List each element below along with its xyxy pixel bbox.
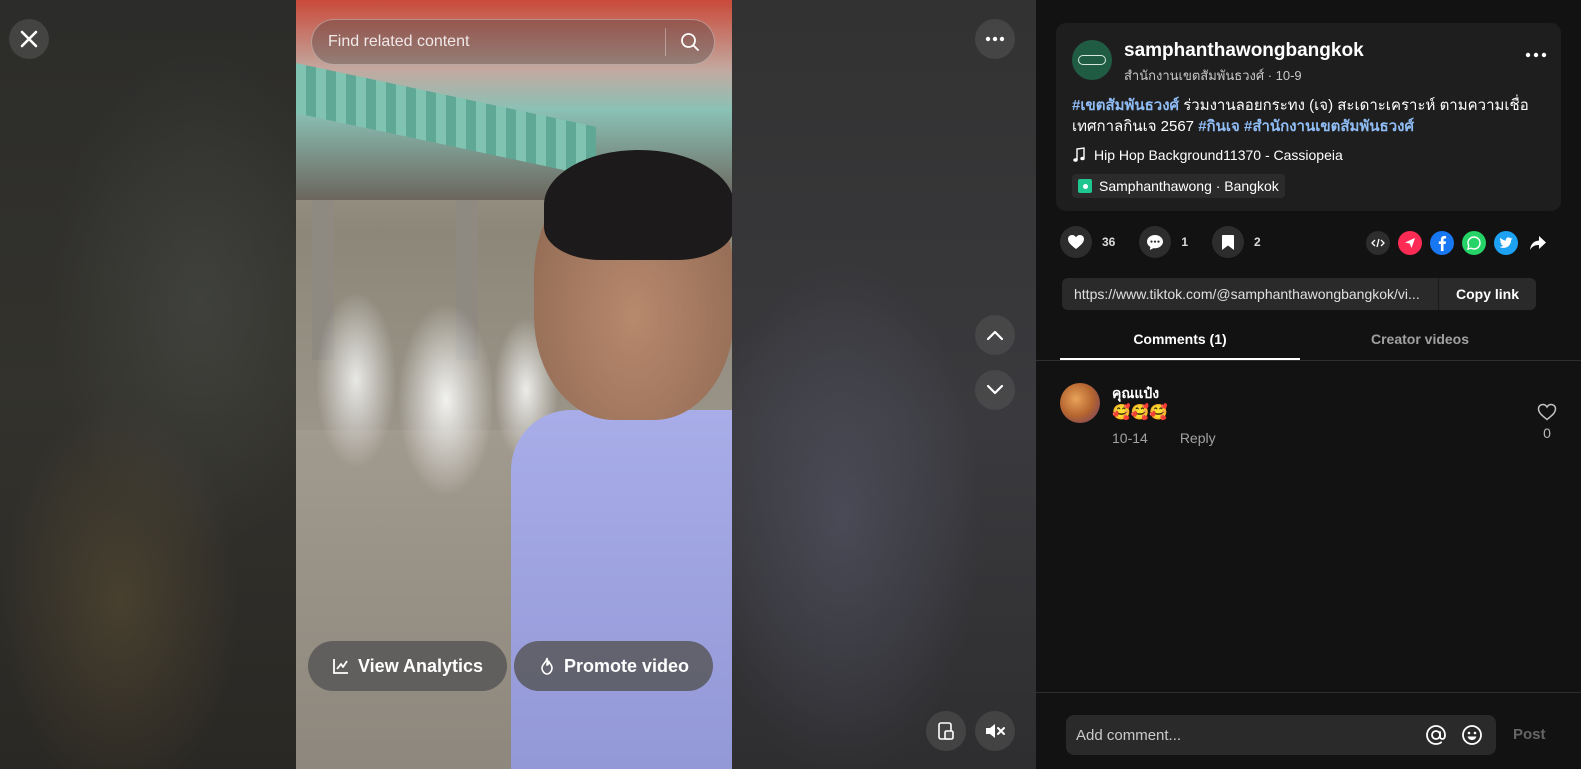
chevron-down-icon xyxy=(986,384,1004,395)
location-tag[interactable]: Samphanthawong · Bangkok xyxy=(1072,174,1285,198)
send-to-friends-icon[interactable] xyxy=(1398,231,1422,255)
search-bar[interactable] xyxy=(311,19,715,65)
mute-button[interactable] xyxy=(975,711,1015,751)
heart-outline-icon xyxy=(1537,403,1557,421)
promote-video-label: Promote video xyxy=(564,655,690,676)
facebook-icon[interactable] xyxy=(1430,231,1454,255)
comment-bubble-icon xyxy=(1139,226,1172,258)
post-more-button[interactable] xyxy=(1525,45,1547,63)
tab-comments[interactable]: Comments (1) xyxy=(1060,318,1300,360)
comment-button[interactable]: 1 xyxy=(1139,226,1188,258)
location-label: Samphanthawong · Bangkok xyxy=(1099,178,1279,194)
tab-creator-videos[interactable]: Creator videos xyxy=(1300,318,1540,360)
video-more-button[interactable] xyxy=(975,19,1015,59)
view-analytics-label: View Analytics xyxy=(358,655,484,676)
search-icon[interactable] xyxy=(680,32,700,52)
comment-like-count: 0 xyxy=(1543,425,1551,441)
view-analytics-button[interactable]: View Analytics xyxy=(308,641,508,691)
comment-item: คุณแป๋ง 🥰🥰🥰 10-14 Reply 0 xyxy=(1060,383,1557,453)
comment-meta: 10-14 Reply xyxy=(1112,430,1216,446)
copy-link-button[interactable]: Copy link xyxy=(1438,278,1536,310)
details-panel: samphanthawongbangkok สำนักงานเขตสัมพันธ… xyxy=(1036,0,1581,769)
flame-icon xyxy=(541,657,553,675)
embed-icon[interactable] xyxy=(1366,231,1390,255)
close-icon xyxy=(20,30,38,48)
comment-composer: Post xyxy=(1036,692,1581,769)
comment-text: 🥰🥰🥰 xyxy=(1112,404,1169,421)
promote-video-button[interactable]: Promote video xyxy=(514,641,714,691)
music-note-icon xyxy=(1073,147,1085,162)
video-scene-person-shirt xyxy=(511,410,732,769)
video-scene-person-hair xyxy=(544,150,732,260)
hashtag-link[interactable]: #กินเจ xyxy=(1198,118,1240,135)
music-title: Hip Hop Background11370 - Cassiopeia xyxy=(1094,147,1343,163)
comment-date: 10-14 xyxy=(1112,430,1148,446)
chevron-up-icon xyxy=(986,330,1004,341)
search-input[interactable] xyxy=(328,33,657,51)
speaker-muted-icon xyxy=(986,724,1005,738)
floating-player-button[interactable] xyxy=(926,711,966,751)
hashtag-link[interactable]: #สำนักงานเขตสัมพันธวงศ์ xyxy=(1240,118,1414,135)
engagement-actions: 36 1 2 xyxy=(1060,226,1285,258)
mini-player-icon xyxy=(938,722,954,740)
post-info-card: samphanthawongbangkok สำนักงานเขตสัมพันธ… xyxy=(1056,23,1561,211)
post-comment-button[interactable]: Post xyxy=(1513,726,1546,743)
analytics-icon xyxy=(333,659,348,674)
emoji-icon[interactable] xyxy=(1458,721,1486,749)
commenter-name[interactable]: คุณแป๋ง xyxy=(1112,383,1159,405)
close-button[interactable] xyxy=(9,19,49,59)
save-button[interactable]: 2 xyxy=(1212,226,1261,258)
like-count: 36 xyxy=(1102,235,1116,249)
twitter-icon[interactable] xyxy=(1494,231,1518,255)
comment-input[interactable] xyxy=(1076,726,1414,744)
creator-subline: สำนักงานเขตสัมพันธวงศ์ · 10-9 xyxy=(1124,68,1302,83)
reply-button[interactable]: Reply xyxy=(1180,430,1216,446)
music-link[interactable]: Hip Hop Background11370 - Cassiopeia xyxy=(1072,147,1343,163)
more-dots-icon xyxy=(985,36,1005,42)
location-pin-icon xyxy=(1078,179,1092,193)
mention-icon[interactable] xyxy=(1422,721,1450,749)
comment-like-button[interactable]: 0 xyxy=(1537,403,1557,441)
commenter-avatar[interactable] xyxy=(1060,383,1100,423)
share-options xyxy=(1366,231,1550,255)
save-count: 2 xyxy=(1254,235,1261,249)
creator-username[interactable]: samphanthawongbangkok xyxy=(1124,40,1364,62)
share-link-row: https://www.tiktok.com/@samphanthawongba… xyxy=(1062,278,1536,310)
heart-icon xyxy=(1060,226,1092,258)
creator-avatar[interactable] xyxy=(1072,40,1112,80)
whatsapp-icon[interactable] xyxy=(1462,231,1486,255)
post-caption: #เขตสัมพันธวงศ์ ร่วมงานลอยกระทง (เจ) สะเ… xyxy=(1072,95,1552,137)
more-dots-icon xyxy=(1525,52,1547,58)
share-arrow-icon[interactable] xyxy=(1526,231,1550,255)
bookmark-icon xyxy=(1212,226,1245,258)
comment-input-box[interactable] xyxy=(1066,715,1496,755)
hashtag-link[interactable]: #เขตสัมพันธวงศ์ xyxy=(1072,97,1179,114)
search-divider xyxy=(665,28,666,56)
next-video-button[interactable] xyxy=(975,370,1015,410)
video-stage: View Analytics Promote video xyxy=(0,0,1036,769)
panel-tabs: Comments (1) Creator videos xyxy=(1036,318,1581,361)
blurred-background-left xyxy=(0,0,296,769)
previous-video-button[interactable] xyxy=(975,315,1015,355)
like-button[interactable]: 36 xyxy=(1060,226,1115,258)
comment-count: 1 xyxy=(1181,235,1189,249)
share-link-url[interactable]: https://www.tiktok.com/@samphanthawongba… xyxy=(1062,278,1438,310)
